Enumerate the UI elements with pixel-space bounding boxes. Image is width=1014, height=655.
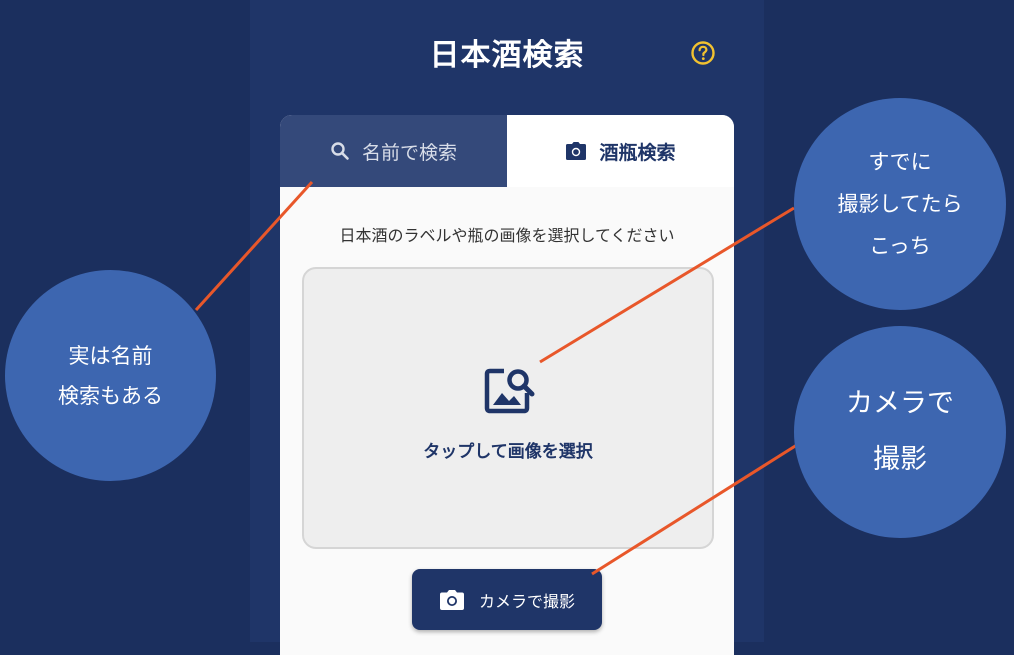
search-icon (331, 142, 349, 160)
camera-icon (566, 142, 587, 160)
annotation-bubble-existing-photo: すでに 撮影してたら こっち (794, 98, 1006, 310)
annotation-bubble-name-search: 実は名前 検索もある (5, 270, 216, 481)
annotation-text: すでに 撮影してたら こっち (837, 150, 963, 258)
annotation-text: 実は名前 検索もある (58, 343, 163, 408)
help-circle-icon[interactable] (690, 40, 716, 66)
instruction-text: 日本酒のラベルや瓶の画像を選択してください (339, 226, 675, 245)
annotation-bubble-camera: カメラで 撮影 (794, 326, 1006, 538)
annotation-text: カメラで 撮影 (846, 388, 954, 475)
camera-button[interactable]: カメラで撮影 (412, 569, 602, 630)
tab-bottle-search[interactable]: 酒瓶検索 (507, 115, 734, 187)
tab-label: 酒瓶検索 (599, 141, 676, 164)
dropzone-label: タップして画像を選択 (423, 442, 593, 462)
tab-label: 名前で検索 (361, 141, 457, 164)
image-dropzone[interactable]: タップして画像を選択 (302, 267, 714, 549)
search-card: 名前で検索 酒瓶検索 日本酒のラベルや瓶の画像を選択してください タップして画像… (280, 115, 734, 655)
camera-icon (439, 589, 464, 610)
tab-name-search[interactable]: 名前で検索 (280, 115, 507, 187)
image-search-icon (484, 368, 535, 414)
camera-button-label: カメラで撮影 (478, 591, 575, 611)
page-title: 日本酒検索 (429, 38, 585, 73)
